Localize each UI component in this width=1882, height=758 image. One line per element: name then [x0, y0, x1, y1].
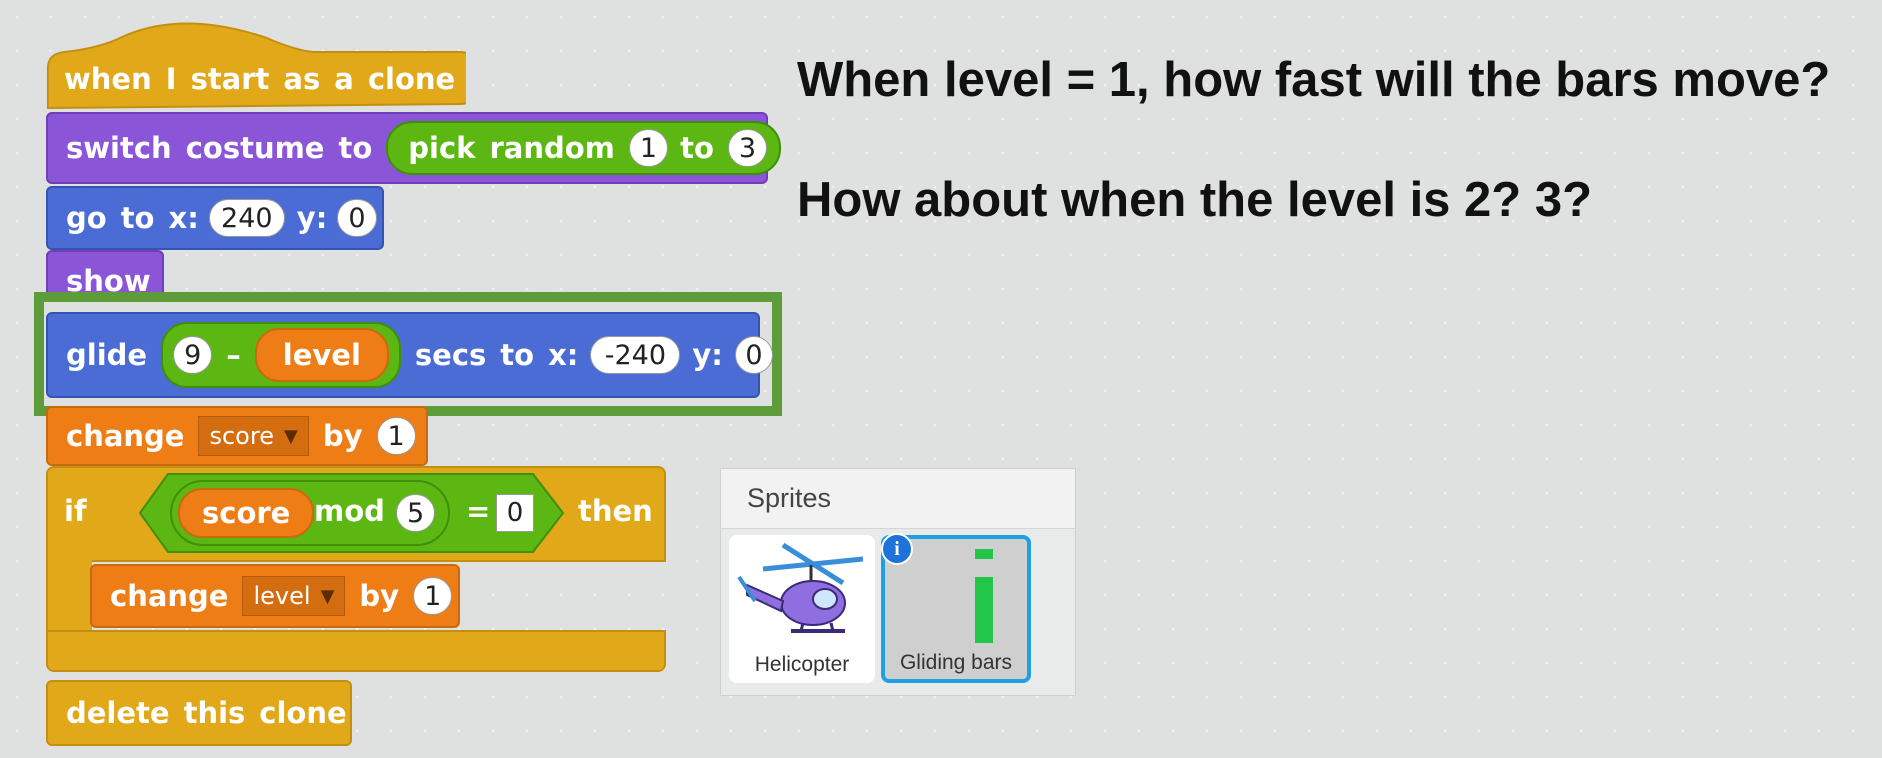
- word: secs: [414, 338, 487, 372]
- mod-value-input[interactable]: 5: [396, 494, 436, 532]
- change-level-input[interactable]: 1: [413, 577, 453, 615]
- chevron-down-icon: ▼: [320, 585, 335, 607]
- subtract-operator-block[interactable]: 9 – level: [161, 322, 401, 388]
- word: when: [64, 62, 152, 96]
- helicopter-icon: [737, 542, 864, 633]
- y-label: y:: [692, 338, 723, 372]
- pick-random-block[interactable]: pick random 1 to 3: [386, 121, 782, 175]
- word: change: [110, 579, 229, 613]
- equals-sign: =: [466, 494, 491, 528]
- y-label: y:: [296, 201, 328, 235]
- if-block-arm: [46, 560, 92, 632]
- if-block-bottom: [46, 630, 666, 672]
- word: to: [680, 131, 714, 165]
- change-score-block[interactable]: change score ▼ by 1: [46, 406, 428, 466]
- word: pick: [408, 131, 476, 165]
- goto-x-input[interactable]: 240: [208, 199, 285, 237]
- bar-icon: [975, 549, 993, 559]
- level-reporter[interactable]: level: [254, 328, 389, 382]
- dropdown-value: level: [253, 582, 311, 610]
- score-reporter[interactable]: score: [178, 488, 315, 538]
- change-level-block[interactable]: change level ▼ by 1: [90, 564, 460, 628]
- then-label: then: [578, 494, 653, 528]
- go-to-xy-block[interactable]: go to x: 240 y: 0: [46, 186, 384, 250]
- switch-costume-block[interactable]: switch costume to pick random 1 to 3: [46, 112, 782, 184]
- word: clone: [259, 696, 347, 730]
- sprite-name: Helicopter: [754, 653, 850, 676]
- word: to: [500, 338, 535, 372]
- x-label: x:: [168, 201, 199, 235]
- mod-label: mod: [314, 494, 385, 528]
- sprites-panel-header: Sprites: [721, 469, 1075, 529]
- word: random: [489, 131, 615, 165]
- word: I: [165, 62, 177, 96]
- minus-sign: –: [226, 338, 241, 372]
- word: by: [322, 419, 363, 453]
- question-1: When level = 1, how fast will the bars m…: [797, 53, 1831, 107]
- compare-value-input[interactable]: 0: [496, 494, 534, 532]
- word: this: [183, 696, 246, 730]
- sprites-title: Sprites: [747, 483, 832, 513]
- level-variable-dropdown[interactable]: level ▼: [242, 576, 346, 616]
- subtract-left-input[interactable]: 9: [173, 336, 213, 374]
- word: costume: [185, 131, 325, 165]
- hat-block-label: when I start as a clone: [46, 52, 469, 106]
- goto-y-input[interactable]: 0: [337, 199, 377, 237]
- score-variable-dropdown[interactable]: score ▼: [198, 416, 309, 456]
- word: to: [120, 201, 155, 235]
- word: glide: [66, 338, 148, 372]
- word: as: [283, 62, 321, 96]
- word: to: [338, 131, 373, 165]
- word: clone: [367, 62, 456, 96]
- dropdown-value: score: [209, 422, 274, 450]
- word: go: [66, 201, 107, 235]
- sprites-panel: Sprites Helicopter Gliding bars i: [720, 468, 1076, 696]
- random-to-input[interactable]: 3: [727, 129, 768, 167]
- bar-icon-body: [975, 577, 993, 643]
- info-glyph: i: [894, 537, 900, 560]
- random-from-input[interactable]: 1: [628, 129, 669, 167]
- question-2: How about when the level is 2? 3?: [797, 173, 1593, 227]
- if-label: if: [64, 494, 87, 528]
- chevron-down-icon: ▼: [283, 425, 298, 447]
- glide-y-input[interactable]: 0: [734, 336, 773, 374]
- glide-x-input[interactable]: -240: [590, 336, 681, 374]
- word: a: [334, 62, 354, 96]
- word: by: [359, 579, 400, 613]
- info-icon[interactable]: i: [881, 533, 913, 565]
- word: start: [190, 62, 270, 96]
- x-label: x:: [548, 338, 579, 372]
- word: switch: [66, 131, 172, 165]
- delete-this-clone-block[interactable]: delete this clone: [46, 680, 352, 746]
- change-score-input[interactable]: 1: [376, 417, 416, 455]
- glide-block[interactable]: glide 9 – level secs to x: -240 y: 0: [46, 312, 773, 398]
- word: delete: [66, 696, 170, 730]
- sprite-thumb-helicopter[interactable]: Helicopter: [729, 535, 875, 683]
- word: change: [66, 419, 185, 453]
- sprite-name: Gliding bars: [899, 651, 1013, 674]
- hat-block-when-start-as-clone[interactable]: when I start as a clone: [46, 18, 466, 110]
